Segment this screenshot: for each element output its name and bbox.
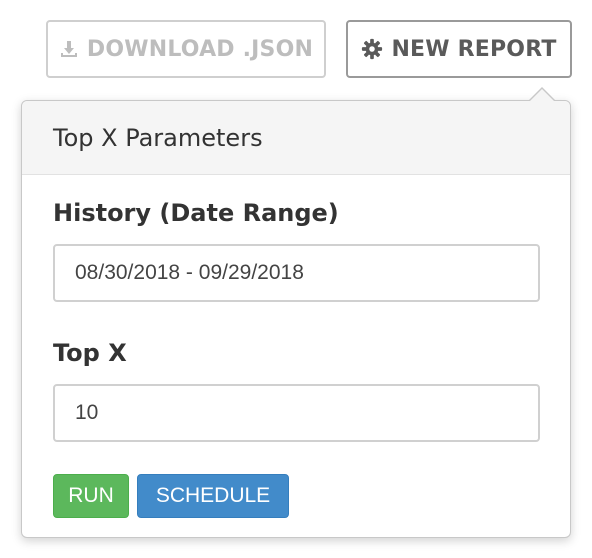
download-json-button[interactable]: DOWNLOAD .JSON [46, 20, 326, 78]
top-x-label: Top X [53, 339, 127, 367]
schedule-button[interactable]: SCHEDULE [137, 474, 289, 518]
run-button[interactable]: RUN [53, 474, 129, 518]
top-x-parameters-popover: Top X Parameters History (Date Range) 08… [21, 87, 571, 538]
download-icon [59, 39, 79, 59]
gear-icon [361, 38, 383, 60]
page: DOWNLOAD .JSON NEW REPORT Top X Paramete… [0, 0, 592, 558]
history-date-range-label: History (Date Range) [53, 199, 339, 227]
date-range-input[interactable]: 08/30/2018 - 09/29/2018 [53, 244, 540, 302]
new-report-label: NEW REPORT [391, 36, 557, 62]
new-report-button[interactable]: NEW REPORT [346, 20, 572, 78]
popover-arrow-fill [529, 89, 555, 102]
download-json-label: DOWNLOAD .JSON [86, 36, 314, 62]
popover-title: Top X Parameters [22, 101, 570, 175]
top-x-input[interactable]: 10 [53, 384, 540, 442]
